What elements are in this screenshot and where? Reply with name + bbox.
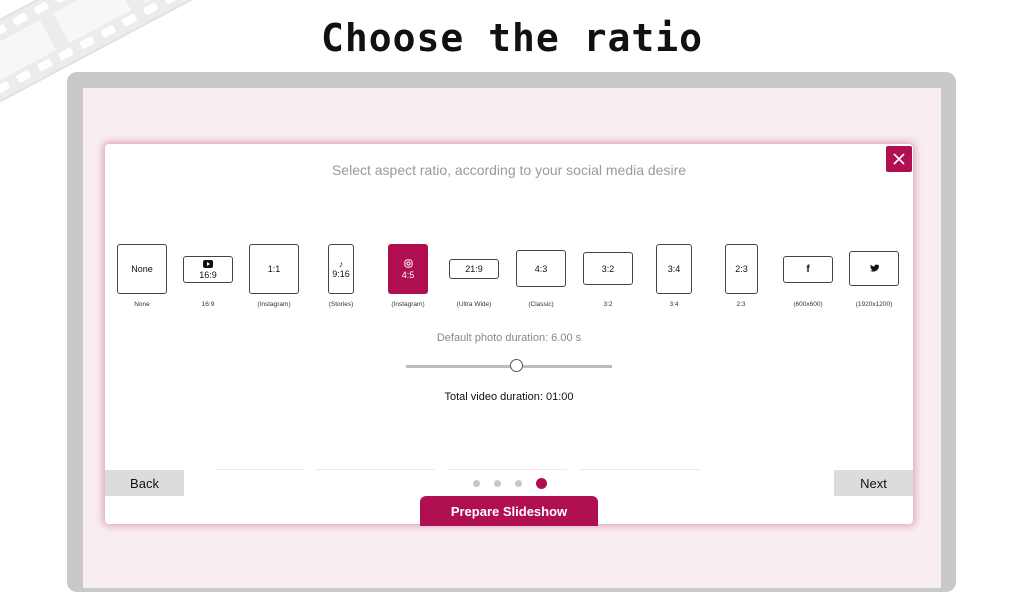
ratio-label: 21:9	[465, 264, 483, 274]
photo-duration-slider[interactable]	[406, 365, 612, 368]
ratio-caption: (Stories)	[328, 301, 354, 308]
next-button[interactable]: Next	[834, 470, 913, 496]
dialog-subtitle: Select aspect ratio, according to your s…	[331, 162, 687, 178]
back-button[interactable]: Back	[105, 470, 184, 496]
ratio-list: None None 16:9 16:9 1:1 (Instagram) ♪ 9:…	[105, 244, 913, 324]
ratio-caption: (Instagram)	[257, 301, 291, 308]
page-dot-current[interactable]	[536, 478, 547, 489]
divider	[215, 469, 305, 470]
photo-duration-label: Default photo duration: 6.00 s	[436, 332, 582, 344]
ratio-label: 4:5	[401, 269, 415, 280]
total-duration-label: Total video duration: 01:00	[444, 391, 574, 403]
ratio-label: 9:16	[332, 269, 350, 279]
ratio-label: None	[131, 264, 153, 274]
ratio-caption: (600x600)	[793, 301, 823, 308]
prepare-slideshow-button[interactable]: Prepare Slideshow	[420, 496, 598, 526]
ratio-label: 16:9	[199, 269, 217, 280]
twitter-icon	[869, 264, 879, 274]
ratio-label: 3:2	[601, 263, 615, 274]
ratio-caption: 16:9	[201, 301, 215, 308]
divider	[579, 469, 701, 470]
page-indicator	[470, 477, 550, 491]
divider	[315, 469, 435, 470]
page-dot[interactable]	[515, 480, 522, 487]
facebook-icon: f	[806, 263, 810, 275]
ratio-caption: 3:4	[669, 301, 679, 308]
page-dot[interactable]	[494, 480, 501, 487]
ratio-caption: 2:3	[736, 301, 746, 308]
ratio-caption: 3:2	[603, 301, 613, 308]
page-dot[interactable]	[473, 480, 480, 487]
divider	[447, 469, 567, 470]
tiktok-icon: ♪	[338, 259, 344, 269]
instagram-icon	[403, 258, 413, 270]
ratio-caption: (Instagram)	[391, 301, 425, 308]
ratio-caption: (Classic)	[528, 301, 554, 308]
ratio-label: 2:3	[735, 264, 748, 274]
ratio-label: 4:3	[534, 263, 548, 274]
slider-thumb[interactable]	[510, 359, 523, 372]
ratio-label: 1:1	[267, 264, 281, 274]
ratio-caption: None	[134, 301, 150, 308]
ratio-caption: (1920x1200)	[855, 301, 893, 308]
page-headline: Choose the ratio	[320, 16, 704, 60]
youtube-icon	[203, 259, 213, 270]
aspect-ratio-dialog: Select aspect ratio, according to your s…	[105, 144, 913, 526]
ratio-label: 3:4	[667, 264, 681, 274]
ratio-caption: (Ultra Wide)	[456, 301, 492, 308]
